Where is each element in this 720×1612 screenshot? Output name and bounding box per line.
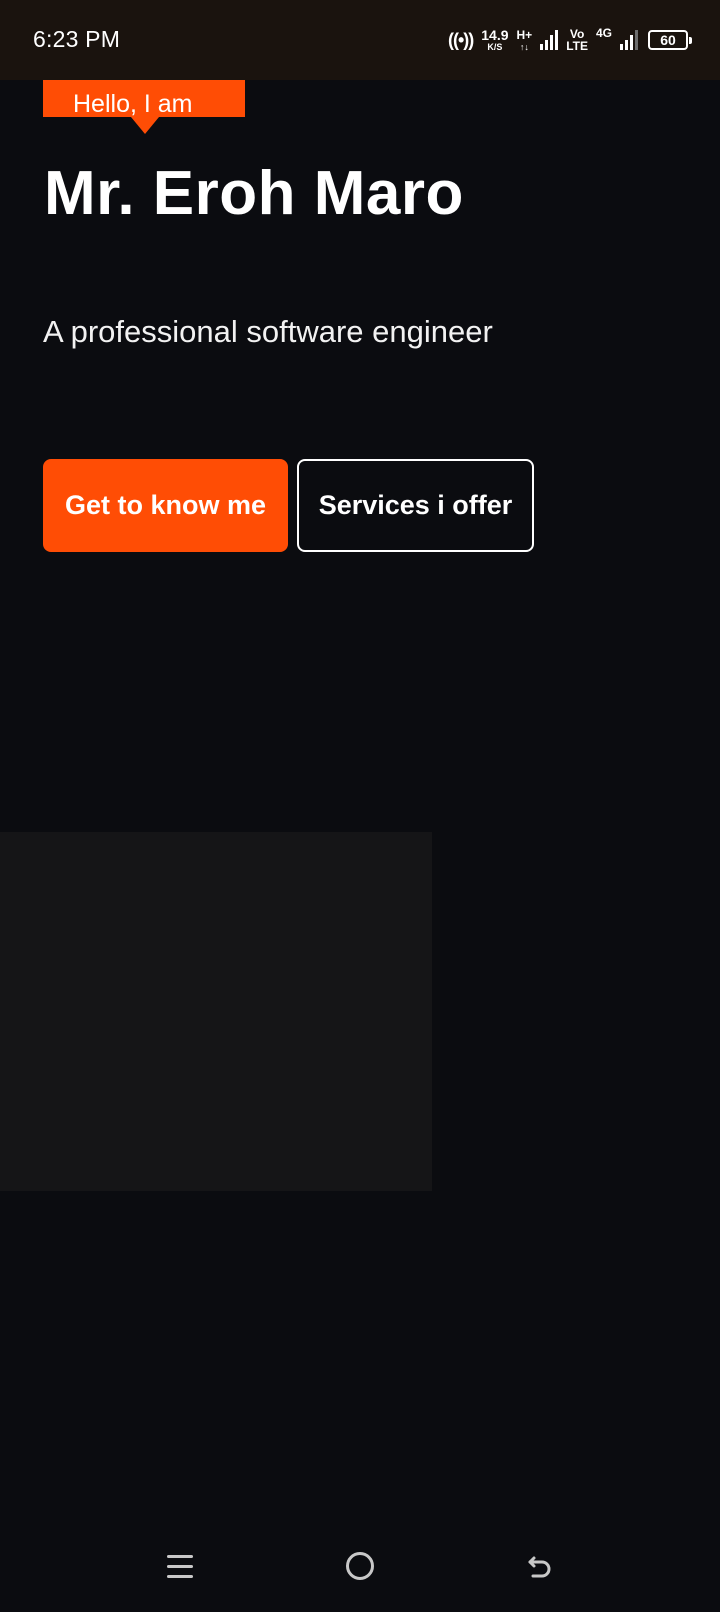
signal-icon: [620, 30, 638, 50]
hotspot-icon: ((•)): [447, 29, 474, 50]
signal-icon: [540, 30, 559, 50]
network-type-2: 4G: [595, 26, 612, 40]
status-icons: ((•)) 14.9 K/S H+ ↑↓ Vo LTE 4G 60: [447, 22, 692, 58]
network-type-1-label: H+: [516, 27, 533, 42]
net-speed-unit: K/S: [487, 42, 503, 52]
back-button[interactable]: [510, 1536, 570, 1596]
data-arrows-icon: ↑↓: [519, 41, 529, 52]
greeting-text: Hello, I am: [73, 90, 193, 118]
home-button[interactable]: [330, 1536, 390, 1596]
recent-apps-icon: [167, 1554, 193, 1578]
greeting-tag-pointer: [131, 117, 159, 134]
volte-indicator: Vo LTE: [566, 28, 588, 52]
recent-apps-button[interactable]: [150, 1536, 210, 1596]
image-placeholder: [0, 832, 432, 1191]
app-screen: 6:23 PM ((•)) 14.9 K/S H+ ↑↓ Vo LTE 4G 6…: [0, 0, 720, 1612]
services-button[interactable]: Services i offer: [297, 459, 534, 552]
greeting-tag: Hello, I am: [43, 80, 245, 134]
battery-level: 60: [660, 32, 676, 48]
back-icon: [528, 1556, 551, 1578]
navigation-bar: [0, 1520, 720, 1612]
net-speed-value: 14.9: [481, 27, 509, 43]
volte-bottom-label: LTE: [566, 39, 588, 53]
get-to-know-me-button[interactable]: Get to know me: [43, 459, 288, 552]
home-icon: [346, 1552, 374, 1580]
status-time: 6:23 PM: [33, 26, 121, 52]
hero-subtitle: A professional software engineer: [43, 314, 493, 349]
hero-name: Mr. Eroh Maro: [44, 159, 464, 228]
status-bar: 6:23 PM ((•)) 14.9 K/S H+ ↑↓ Vo LTE 4G 6…: [0, 0, 720, 80]
battery-icon: 60: [648, 30, 692, 50]
network-type-1: H+ ↑↓: [517, 29, 533, 52]
net-speed-indicator: 14.9 K/S: [481, 28, 508, 52]
